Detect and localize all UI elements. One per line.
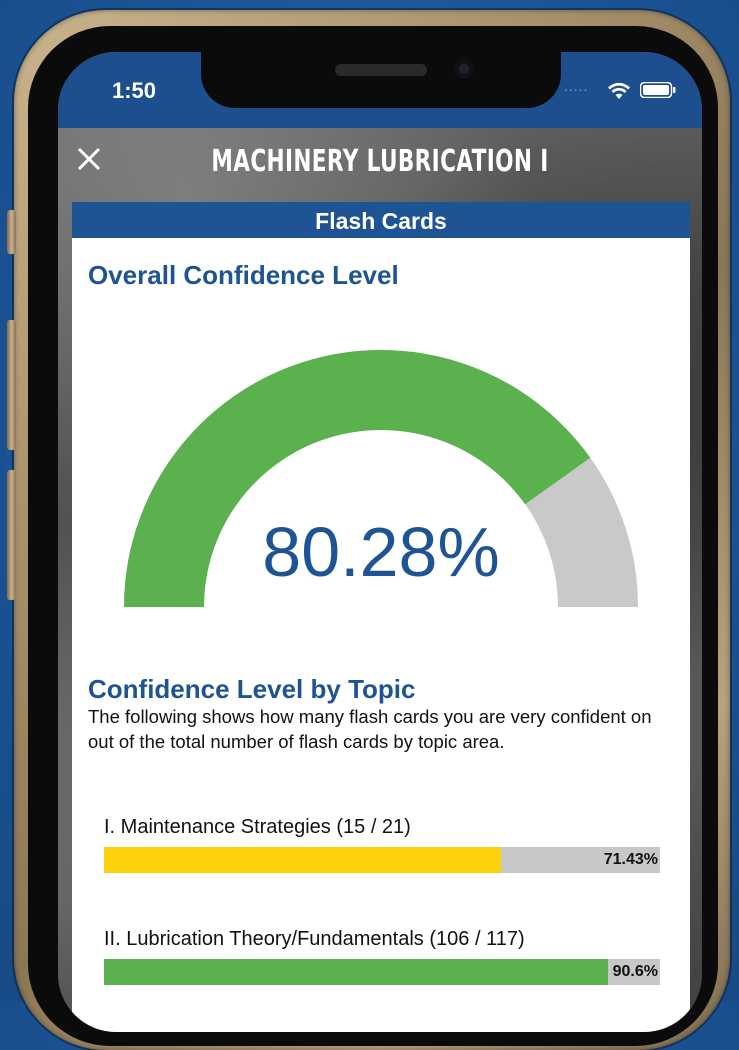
topic-progress-bar: 90.6% [104,959,660,985]
speaker-grille [335,64,427,76]
status-time: 1:50 [112,78,157,103]
topic-progress-fill [104,847,502,873]
front-camera [455,60,473,78]
close-icon[interactable] [76,146,102,172]
cell-signal-icon: ..... [564,78,589,94]
side-button [7,210,16,254]
topic-item: II. Lubrication Theory/Fundamentals (106… [104,928,660,985]
battery-icon [640,82,676,98]
topic-percent: 90.6% [612,963,658,980]
topic-label: I. Maintenance Strategies (15 / 21) [104,816,411,838]
topic-progress-bar: 71.43% [104,847,660,873]
gauge-value: 80.28% [262,513,500,591]
side-button [7,320,16,450]
panel-header: Flash Cards [72,202,690,238]
topic-label: II. Lubrication Theory/Fundamentals (106… [104,928,525,950]
topic-item: I. Maintenance Strategies (15 / 21) 71.4… [104,816,660,873]
topic-confidence-heading: Confidence Level by Topic [88,674,416,704]
topic-percent: 71.43% [603,851,658,868]
wifi-icon [608,82,630,99]
overall-confidence-heading: Overall Confidence Level [88,260,399,290]
flash-cards-panel: Flash Cards Overall Confidence Level 80.… [72,202,690,1032]
page-title: MACHINERY LUBRICATION I [211,144,549,179]
phone-notch [201,52,561,108]
phone-screen: 1:50 ..... MACHINERY LUBRICATION I Flash… [58,52,702,1032]
side-button [7,470,16,600]
topic-description: The following shows how many flash cards… [88,706,652,752]
topic-progress-fill [104,959,608,985]
